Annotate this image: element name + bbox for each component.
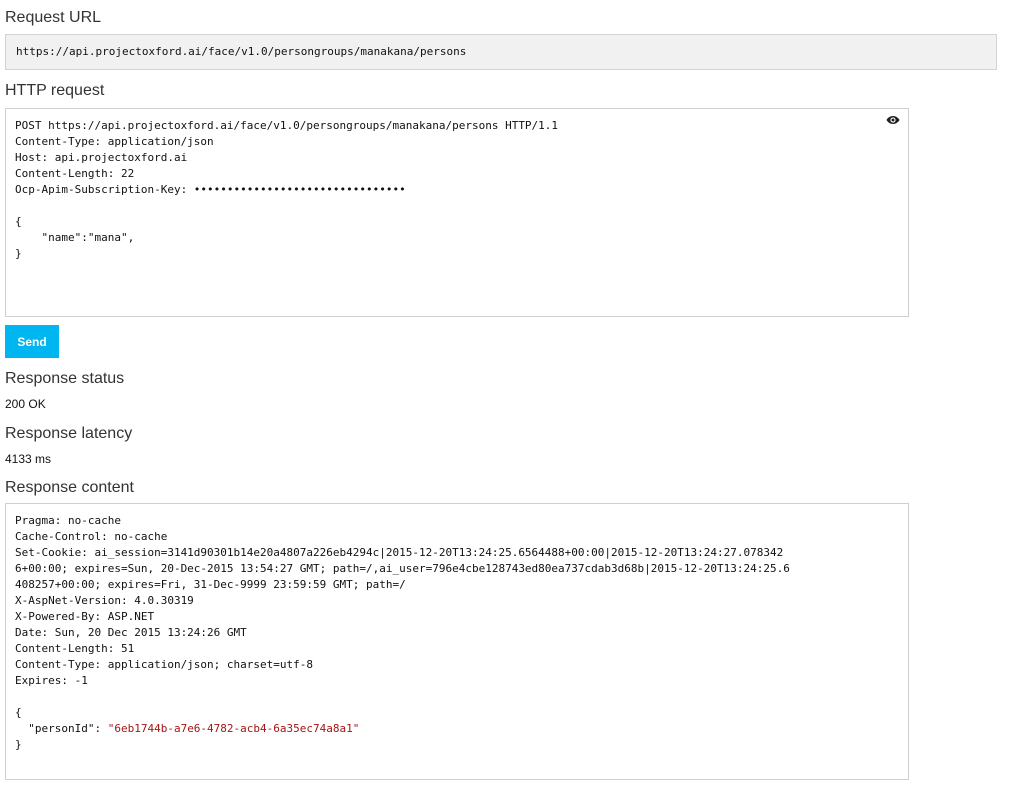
response-status-value: 200 OK <box>5 397 46 411</box>
request-body-name: "name":"mana", <box>15 231 135 244</box>
response-body-open: { <box>15 706 22 719</box>
request-header-subscription-key: Ocp-Apim-Subscription-Key: •••••••••••••… <box>15 183 406 196</box>
person-id-value: "6eb1744b-a7e6-4782-acb4-6a35ec74a8a1" <box>107 722 360 735</box>
request-blank-line <box>15 198 899 214</box>
request-header-host: Host: api.projectoxford.ai <box>15 151 188 164</box>
request-url-field[interactable]: https://api.projectoxford.ai/face/v1.0/p… <box>5 34 997 70</box>
http-request-label: HTTP request <box>5 82 105 99</box>
response-latency-value: 4133 ms <box>5 452 52 466</box>
response-header-line: Cache-Control: no-cache <box>15 530 168 543</box>
response-header-line: 6+00:00; expires=Sun, 20-Dec-2015 13:54:… <box>15 562 790 575</box>
response-status-label: Response status <box>5 370 125 387</box>
response-body-person-id: "personId": "6eb1744b-a7e6-4782-acb4-6a3… <box>15 721 899 737</box>
response-header-line: X-AspNet-Version: 4.0.30319 <box>15 594 194 607</box>
response-blank-line <box>15 689 899 705</box>
response-header-line: 408257+00:00; expires=Fri, 31-Dec-9999 2… <box>15 578 406 591</box>
request-url-label: Request URL <box>5 9 102 26</box>
request-body-open: { <box>15 215 22 228</box>
person-id-key: "personId": <box>15 722 108 735</box>
response-content-label: Response content <box>5 479 134 496</box>
response-header-line: Expires: -1 <box>15 674 88 687</box>
eye-icon[interactable] <box>886 114 900 126</box>
send-button[interactable]: Send <box>5 325 59 358</box>
response-header-line: Content-Type: application/json; charset=… <box>15 658 314 671</box>
response-header-line: Content-Length: 51 <box>15 642 135 655</box>
response-header-line: Set-Cookie: ai_session=3141d90301b14e20a… <box>15 546 784 559</box>
response-body-close: } <box>15 738 22 751</box>
response-header-line: Pragma: no-cache <box>15 514 121 527</box>
response-header-line: X-Powered-By: ASP.NET <box>15 610 155 623</box>
request-header-content-length: Content-Length: 22 <box>15 167 135 180</box>
request-body-close: } <box>15 247 22 260</box>
request-header-content-type: Content-Type: application/json <box>15 135 214 148</box>
response-content-panel[interactable]: Pragma: no-cache Cache-Control: no-cache… <box>5 503 909 780</box>
http-request-editor[interactable]: POST https://api.projectoxford.ai/face/v… <box>5 108 909 317</box>
response-latency-label: Response latency <box>5 425 133 442</box>
response-header-line: Date: Sun, 20 Dec 2015 13:24:26 GMT <box>15 626 247 639</box>
request-line: POST https://api.projectoxford.ai/face/v… <box>15 119 559 132</box>
